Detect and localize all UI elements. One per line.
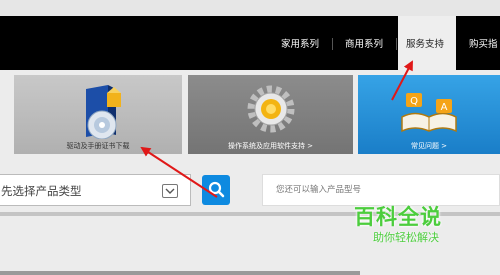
watermark-subtitle: 助你轻松解决 [373,231,439,244]
annotation-arrow-driver [140,146,218,198]
watermark-title: 百科全说 [354,205,442,229]
annotation-arrow-service [391,60,413,101]
